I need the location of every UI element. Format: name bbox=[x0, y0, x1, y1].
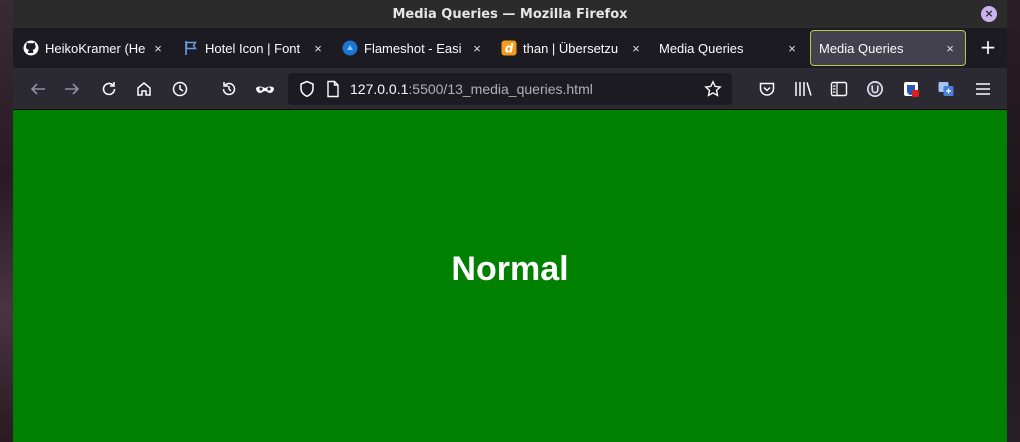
tab-flameshot[interactable]: Flameshot - Easi × bbox=[334, 30, 492, 66]
page-content: Normal bbox=[13, 110, 1007, 442]
window-title: Media Queries — Mozilla Firefox bbox=[392, 6, 628, 22]
tab-label: Flameshot - Easi bbox=[364, 40, 462, 56]
url-text[interactable]: 127.0.0.1:5500/13_media_queries.html bbox=[350, 81, 593, 97]
home-icon[interactable] bbox=[133, 78, 155, 100]
shield-icon[interactable] bbox=[296, 78, 318, 100]
extension-shield-icon[interactable] bbox=[900, 78, 922, 100]
forward-arrow-icon[interactable] bbox=[61, 78, 83, 100]
hamburger-menu-icon[interactable] bbox=[972, 78, 994, 100]
navigation-toolbar: 127.0.0.1:5500/13_media_queries.html bbox=[13, 68, 1007, 110]
bookmark-star-icon[interactable] bbox=[702, 78, 724, 100]
window-close-button[interactable]: × bbox=[981, 6, 997, 22]
tab-media-queries-active[interactable]: Media Queries × bbox=[810, 30, 966, 66]
library-icon[interactable] bbox=[792, 78, 814, 100]
tab-strip: HeikoKramer (He × Hotel Icon | Font × Fl… bbox=[13, 28, 1007, 68]
page-document-icon[interactable] bbox=[322, 78, 344, 100]
tab-close-button[interactable]: × bbox=[151, 41, 165, 56]
page-heading: Normal bbox=[451, 250, 569, 288]
reload-icon[interactable] bbox=[98, 78, 120, 100]
url-host: 127.0.0.1 bbox=[350, 81, 409, 97]
extension-u-icon[interactable] bbox=[864, 78, 886, 100]
url-path: :5500/13_media_queries.html bbox=[408, 81, 593, 97]
private-mask-icon[interactable] bbox=[254, 78, 276, 100]
flameshot-icon bbox=[342, 40, 358, 56]
tab-close-button[interactable]: × bbox=[629, 41, 643, 56]
sidebar-icon[interactable] bbox=[828, 78, 850, 100]
tab-close-button[interactable]: × bbox=[470, 41, 484, 56]
tab-media-queries[interactable]: Media Queries × bbox=[651, 30, 807, 66]
url-bar[interactable]: 127.0.0.1:5500/13_media_queries.html bbox=[288, 73, 732, 105]
back-arrow-icon[interactable] bbox=[27, 78, 49, 100]
new-tab-button[interactable]: + bbox=[977, 34, 999, 62]
extension-translate-icon[interactable] bbox=[935, 78, 957, 100]
tab-label: HeikoKramer (He bbox=[45, 40, 146, 56]
desktop-background-right bbox=[1007, 0, 1020, 442]
browser-window: Media Queries — Mozilla Firefox × HeikoK… bbox=[13, 0, 1007, 442]
tab-label: Hotel Icon | Font bbox=[205, 40, 301, 56]
history-clock-icon[interactable] bbox=[169, 78, 191, 100]
tab-close-button[interactable]: × bbox=[785, 41, 799, 56]
desktop-background-left bbox=[0, 0, 13, 442]
tab-label: Media Queries bbox=[659, 40, 744, 56]
tab-close-button[interactable]: × bbox=[943, 41, 957, 56]
tab-github[interactable]: HeikoKramer (He × bbox=[15, 30, 173, 66]
title-bar: Media Queries — Mozilla Firefox × bbox=[13, 0, 1007, 28]
tab-label: than | Übersetzu bbox=[523, 40, 619, 56]
svg-text:d: d bbox=[505, 42, 514, 56]
github-icon bbox=[23, 40, 39, 56]
tab-label: Media Queries bbox=[819, 40, 904, 56]
pocket-icon[interactable] bbox=[756, 78, 778, 100]
tab-hotel-icon[interactable]: Hotel Icon | Font × bbox=[175, 30, 333, 66]
tab-dict[interactable]: d than | Übersetzu × bbox=[493, 30, 651, 66]
restore-history-icon[interactable] bbox=[218, 78, 240, 100]
dict-icon: d bbox=[501, 40, 517, 56]
tab-close-button[interactable]: × bbox=[311, 41, 325, 56]
flag-icon bbox=[183, 40, 199, 56]
